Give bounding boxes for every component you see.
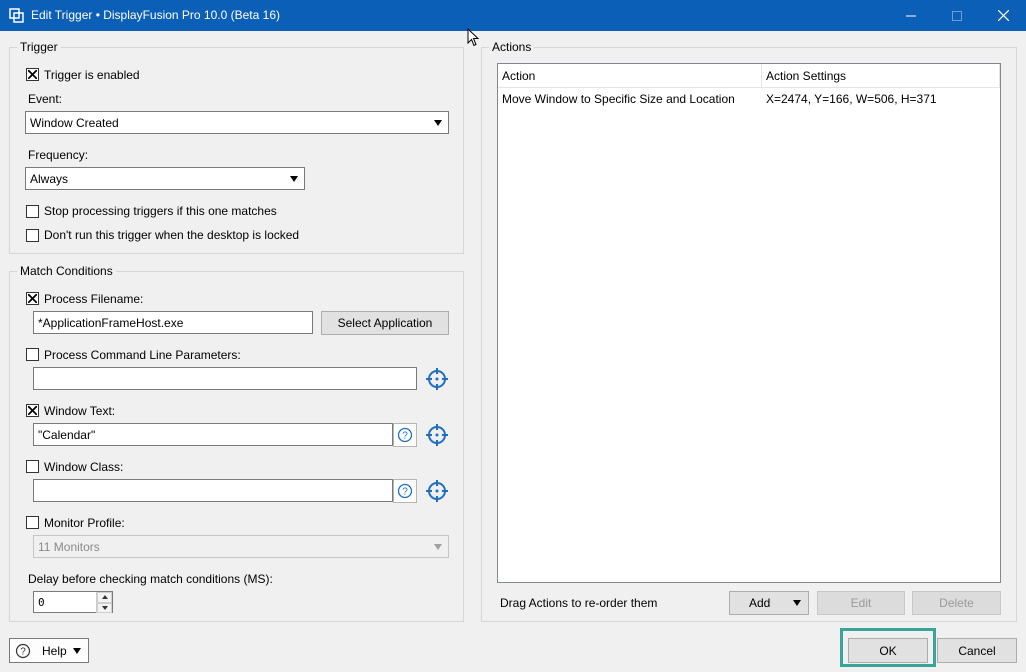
question-icon: ? <box>397 427 413 443</box>
frequency-select[interactable]: Always <box>25 167 305 190</box>
cmdline-checkbox[interactable] <box>26 348 39 361</box>
event-label: Event: <box>28 92 63 106</box>
action-settings-cell: X=2474, Y=166, W=506, H=371 <box>766 92 937 106</box>
delay-label: Delay before checking match conditions (… <box>28 572 273 586</box>
question-icon: ? <box>15 643 31 658</box>
window-text-checkbox[interactable] <box>26 404 39 417</box>
trigger-enabled-label: Trigger is enabled <box>44 68 140 82</box>
frequency-select-value: Always <box>30 171 69 186</box>
cmdline-label: Process Command Line Parameters: <box>44 348 241 362</box>
svg-text:?: ? <box>402 487 408 498</box>
chevron-down-icon <box>793 600 801 606</box>
chevron-down-icon <box>73 647 81 654</box>
spin-down-button[interactable] <box>97 602 112 613</box>
column-header-action-settings[interactable]: Action Settings <box>762 64 999 88</box>
desktop-locked-checkbox[interactable] <box>26 229 39 242</box>
column-divider[interactable] <box>999 64 1000 88</box>
process-filename-input[interactable]: *ApplicationFrameHost.exe <box>33 311 313 334</box>
add-action-button[interactable]: Add <box>729 591 809 615</box>
window-text-help-button[interactable]: ? <box>393 423 417 447</box>
checkmark-x-icon <box>28 406 37 415</box>
event-select[interactable]: Window Created <box>25 111 449 134</box>
help-label: Help <box>42 643 67 658</box>
window-class-input[interactable] <box>33 479 393 502</box>
maximize-icon <box>952 10 962 21</box>
checkmark-x-icon <box>28 294 37 303</box>
window-class-checkbox[interactable] <box>26 460 39 473</box>
ok-button[interactable]: OK <box>848 638 928 663</box>
list-item[interactable]: Move Window to Specific Size and Locatio… <box>498 90 1000 108</box>
event-select-value: Window Created <box>30 115 119 130</box>
process-filename-label: Process Filename: <box>44 292 144 306</box>
delay-value: 0 <box>38 595 45 609</box>
title-bar[interactable]: Edit Trigger • DisplayFusion Pro 10.0 (B… <box>0 0 1026 31</box>
minimize-icon <box>906 15 916 16</box>
drag-hint-text: Drag Actions to re-order them <box>500 596 658 610</box>
desktop-locked-label: Don't run this trigger when the desktop … <box>44 228 300 242</box>
match-conditions-label: Match Conditions <box>17 264 116 278</box>
chevron-down-icon <box>290 175 298 182</box>
question-icon: ? <box>397 483 413 499</box>
maximize-button[interactable] <box>934 0 980 31</box>
minimize-button[interactable] <box>888 0 934 31</box>
svg-text:?: ? <box>20 646 26 657</box>
delay-spinner[interactable] <box>96 592 112 613</box>
stop-processing-label: Stop processing triggers if this one mat… <box>44 204 277 218</box>
crosshair-target-icon[interactable] <box>425 423 449 447</box>
action-cell: Move Window to Specific Size and Locatio… <box>502 92 735 106</box>
close-button[interactable] <box>980 0 1026 31</box>
chevron-down-icon <box>434 119 442 126</box>
window-class-label: Window Class: <box>44 460 124 474</box>
edit-action-button[interactable]: Edit <box>817 591 905 615</box>
frequency-label: Frequency: <box>28 148 89 162</box>
spin-up-button[interactable] <box>97 592 112 603</box>
mouse-cursor-icon <box>467 27 481 51</box>
monitor-profile-label: Monitor Profile: <box>44 516 125 530</box>
crosshair-target-icon[interactable] <box>425 479 449 503</box>
add-action-label: Add <box>749 596 771 610</box>
cancel-button[interactable]: Cancel <box>937 638 1017 663</box>
close-icon <box>997 10 1009 21</box>
window-class-help-button[interactable]: ? <box>393 479 417 503</box>
monitor-profile-select[interactable]: 11 Monitors <box>33 535 449 558</box>
crosshair-target-icon[interactable] <box>425 367 449 391</box>
trigger-group-label: Trigger <box>17 40 61 54</box>
window-text-input[interactable]: "Calendar" <box>33 423 393 446</box>
window-text-label: Window Text: <box>44 404 116 418</box>
trigger-enabled-checkbox[interactable] <box>26 68 39 81</box>
monitor-profile-value: 11 Monitors <box>38 539 100 554</box>
process-filename-checkbox[interactable] <box>26 292 39 305</box>
window-title: Edit Trigger • DisplayFusion Pro 10.0 (B… <box>31 8 280 22</box>
help-button[interactable]: ? Help <box>9 638 89 663</box>
column-header-action[interactable]: Action <box>498 64 761 88</box>
actions-group-label: Actions <box>489 40 535 54</box>
cmdline-input[interactable] <box>33 367 417 390</box>
svg-text:?: ? <box>402 431 408 442</box>
select-application-button[interactable]: Select Application <box>321 311 449 335</box>
chevron-down-icon <box>434 543 442 550</box>
monitor-profile-checkbox[interactable] <box>26 516 39 529</box>
actions-list[interactable]: Action Action Settings Move Window to Sp… <box>497 63 1001 583</box>
delete-action-button[interactable]: Delete <box>912 591 1001 615</box>
checkmark-x-icon <box>28 70 37 79</box>
stop-processing-checkbox[interactable] <box>26 205 39 218</box>
app-icon <box>9 8 24 23</box>
